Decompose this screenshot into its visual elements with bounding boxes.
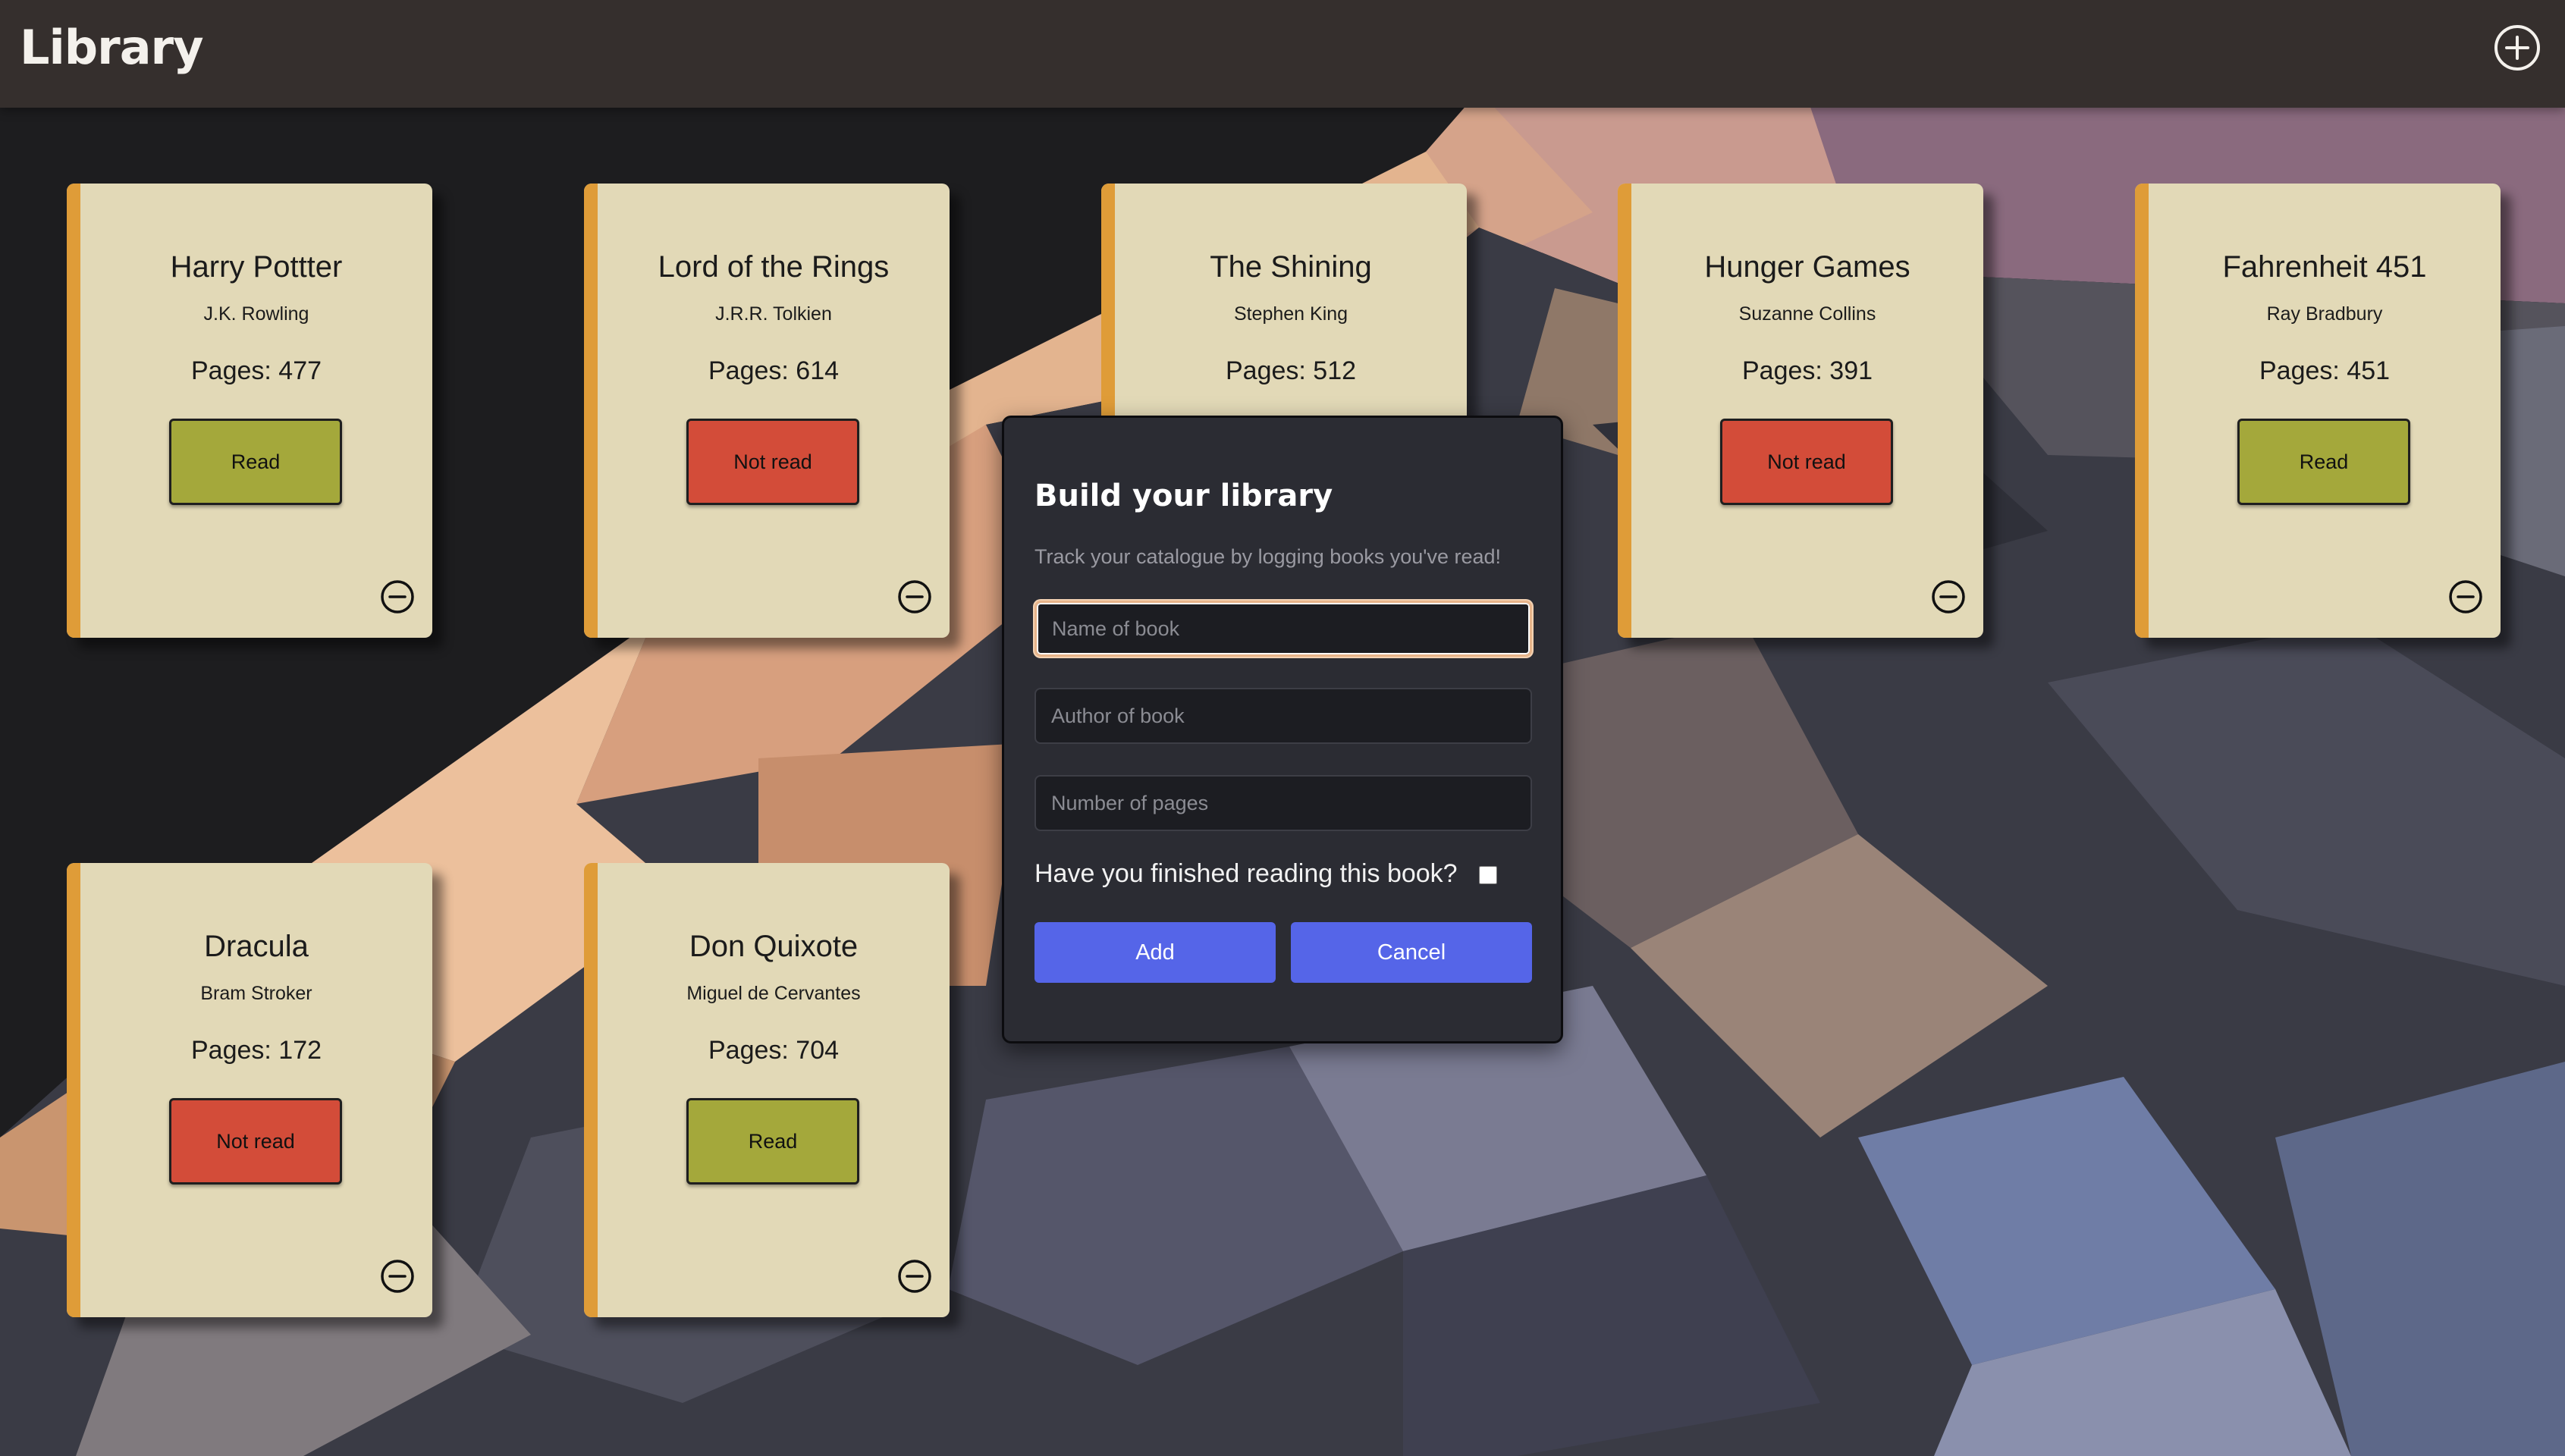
read-status-button[interactable]: Read (169, 419, 342, 505)
book-pages: Pages: 512 (1225, 356, 1357, 385)
book-title: Lord of the Rings (658, 250, 890, 284)
book-title: Dracula (204, 930, 309, 963)
remove-book-button[interactable] (379, 1258, 416, 1294)
book-card: Hunger Games Suzanne Collins Pages: 391 … (1618, 184, 1983, 638)
remove-book-button[interactable] (896, 1258, 933, 1294)
add-button[interactable]: Add (1034, 922, 1276, 983)
book-pages: Pages: 614 (708, 356, 840, 385)
book-title: Don Quixote (689, 930, 859, 963)
finished-reading-label: Have you finished reading this book? (1034, 859, 1458, 888)
plus-circle-icon (2494, 25, 2540, 71)
read-status-button[interactable]: Not read (686, 419, 859, 505)
book-author: Bram Stroker (200, 983, 312, 1004)
minus-circle-icon (898, 1260, 931, 1293)
book-pages: Pages: 477 (190, 356, 322, 385)
dialog-title: Build your library (1034, 479, 1333, 513)
book-pages: Pages: 391 (1741, 356, 1873, 385)
book-card: Dracula Bram Stroker Pages: 172 Not read (67, 863, 432, 1317)
book-author: J.R.R. Tolkien (715, 303, 832, 325)
book-author-input[interactable] (1034, 688, 1532, 744)
minus-circle-icon (381, 580, 414, 613)
read-status-button[interactable]: Not read (1720, 419, 1893, 505)
app-title: Library (20, 20, 204, 75)
add-book-dialog: Build your library Track your catalogue … (1002, 416, 1563, 1043)
book-author: Stephen King (1233, 303, 1348, 325)
book-author: J.K. Rowling (203, 303, 309, 325)
top-bar: Library (0, 0, 2565, 108)
book-spine (584, 863, 598, 1317)
minus-circle-icon (2449, 580, 2482, 613)
book-card: Fahrenheit 451 Ray Bradbury Pages: 451 R… (2135, 184, 2501, 638)
book-author: Suzanne Collins (1738, 303, 1876, 325)
book-author: Ray Bradbury (2266, 303, 2383, 325)
remove-book-button[interactable] (896, 579, 933, 615)
book-title: Harry Pottter (170, 250, 343, 284)
book-spine (1618, 184, 1631, 638)
book-title: Fahrenheit 451 (2222, 250, 2427, 284)
read-status-button[interactable]: Not read (169, 1098, 342, 1185)
remove-book-button[interactable] (2447, 579, 2484, 615)
minus-circle-icon (381, 1260, 414, 1293)
book-author: Miguel de Cervantes (686, 983, 861, 1004)
dialog-subtitle: Track your catalogue by logging books yo… (1034, 545, 1502, 568)
book-pages-input[interactable] (1034, 775, 1532, 831)
minus-circle-icon (1932, 580, 1965, 613)
book-pages: Pages: 704 (708, 1036, 840, 1065)
book-pages: Pages: 451 (2259, 356, 2391, 385)
add-book-button[interactable] (2492, 23, 2542, 73)
book-name-input[interactable] (1034, 601, 1532, 657)
book-card: Harry Pottter J.K. Rowling Pages: 477 Re… (67, 184, 432, 638)
book-title: Hunger Games (1704, 250, 1910, 284)
book-spine (584, 184, 598, 638)
book-pages: Pages: 172 (190, 1036, 322, 1065)
cancel-button[interactable]: Cancel (1291, 922, 1532, 983)
book-card: Lord of the Rings J.R.R. Tolkien Pages: … (584, 184, 950, 638)
read-status-button[interactable]: Read (686, 1098, 859, 1185)
book-spine (2135, 184, 2149, 638)
book-card: Don Quixote Miguel de Cervantes Pages: 7… (584, 863, 950, 1317)
minus-circle-icon (898, 580, 931, 613)
remove-book-button[interactable] (379, 579, 416, 615)
remove-book-button[interactable] (1930, 579, 1967, 615)
book-title: The Shining (1210, 250, 1372, 284)
book-spine (67, 184, 80, 638)
book-spine (67, 863, 80, 1317)
read-status-button[interactable]: Read (2237, 419, 2410, 505)
finished-reading-checkbox[interactable] (1479, 866, 1497, 884)
